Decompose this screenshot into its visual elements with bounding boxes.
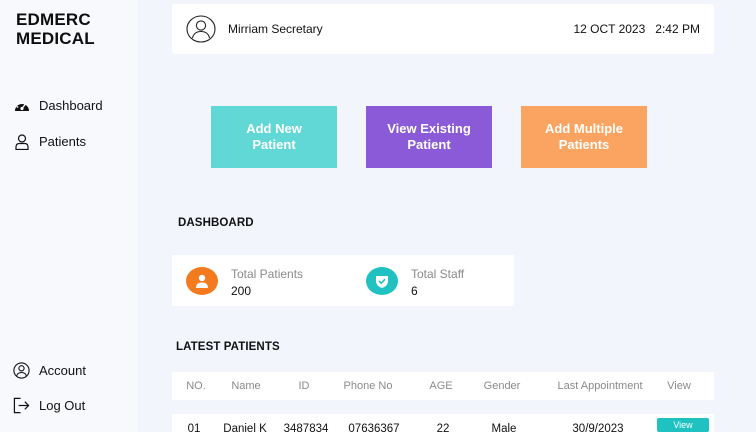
account-circle-icon (13, 362, 30, 379)
date-time: 12 OCT 2023 2:42 PM (573, 22, 700, 36)
sidebar-item-account[interactable]: Account (13, 362, 86, 379)
person-icon (13, 133, 30, 150)
dashboard-gauge-icon (13, 97, 30, 114)
stats-card: Total Patients 200 Total Staff 6 (172, 255, 514, 306)
column-header-last-appointment: Last Appointment (557, 380, 643, 392)
stat-label-total-patients: Total Patients (231, 267, 304, 281)
cell-phone: 07636367 (348, 423, 400, 432)
brand-logo: EDMERC MEDICAL (16, 10, 95, 48)
cell-no: 01 (187, 423, 201, 432)
brand-line-1: EDMERC (16, 10, 91, 29)
view-existing-patient-button[interactable]: View Existing Patient (366, 106, 492, 168)
cell-name: Daniel K (223, 423, 267, 432)
stat-label-total-staff: Total Staff (411, 267, 465, 281)
user-name: Mirriam Secretary (228, 22, 323, 36)
stat-value-total-patients: 200 (231, 284, 252, 298)
sidebar-item-label: Account (39, 363, 86, 378)
header-bar: Mirriam Secretary 12 OCT 2023 2:42 PM (172, 4, 714, 54)
user-avatar-icon[interactable] (186, 15, 216, 43)
stat-value-total-staff: 6 (411, 284, 418, 298)
column-header-name: Name (231, 380, 261, 392)
sidebar-item-dashboard[interactable]: Dashboard (13, 97, 103, 114)
column-header-view: View (667, 380, 691, 392)
cell-last-appointment: 30/9/2023 (572, 423, 624, 432)
add-multiple-patients-button[interactable]: Add Multiple Patients (521, 106, 647, 168)
sidebar-item-label: Dashboard (39, 98, 103, 113)
column-header-phone: Phone No (343, 380, 393, 392)
cell-gender: Male (491, 423, 517, 432)
table-header: NO. Name ID Phone No AGE Gender Last App… (172, 372, 714, 400)
sidebar-item-label: Log Out (39, 398, 86, 413)
logout-icon (13, 397, 30, 414)
view-patient-button[interactable]: View (657, 418, 709, 432)
patient-icon (186, 267, 218, 295)
column-header-no: NO. (186, 380, 206, 392)
latest-patients-heading: LATEST PATIENTS (176, 341, 280, 353)
add-new-patient-button[interactable]: Add New Patient (211, 106, 337, 168)
shield-check-icon (366, 267, 398, 295)
sidebar-item-logout[interactable]: Log Out (13, 397, 85, 414)
column-header-gender: Gender (483, 380, 521, 392)
column-header-id: ID (298, 380, 310, 392)
brand-line-2: MEDICAL (16, 29, 95, 48)
column-header-age: AGE (429, 380, 453, 392)
sidebar-item-label: Patients (39, 134, 86, 149)
table-row: 01 Daniel K 3487834 07636367 22 Male 30/… (172, 414, 714, 432)
sidebar: EDMERC MEDICAL Dashboard Patients Accoun… (0, 0, 138, 432)
current-date: 12 OCT 2023 (573, 22, 646, 36)
cell-age: 22 (436, 423, 450, 432)
current-time: 2:42 PM (655, 22, 700, 36)
sidebar-item-patients[interactable]: Patients (13, 133, 86, 150)
dashboard-heading: DASHBOARD (178, 217, 254, 229)
cell-id: 3487834 (283, 423, 329, 432)
